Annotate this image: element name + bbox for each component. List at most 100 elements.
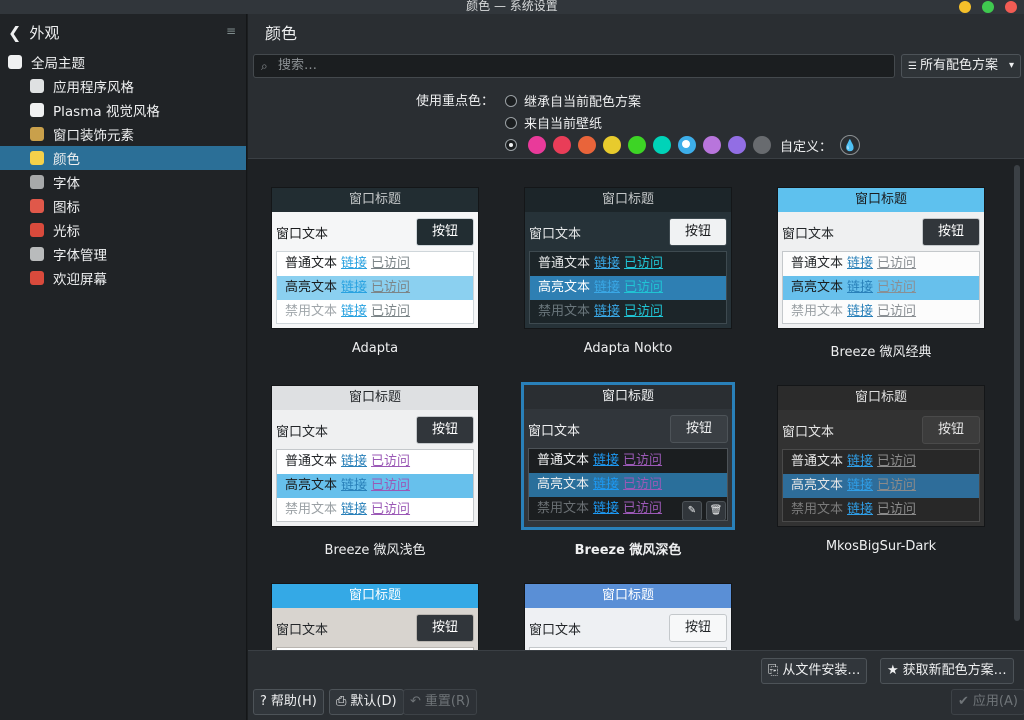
preview-disabled-text: 禁用文本 [537, 501, 590, 516]
color-scheme-card[interactable]: 窗口标题 窗口文本 按钮 普通文本链接已访问 高亮文本链接已访问 禁用文本链接已… [271, 583, 479, 650]
accent-inherit-label: 继承自当前配色方案 [524, 95, 642, 110]
accent-inherit-option[interactable]: 继承自当前配色方案 [505, 91, 641, 110]
preview-link: 链接 [593, 477, 620, 492]
back-arrow-icon[interactable]: ❮ [8, 23, 21, 42]
minimize-button[interactable] [959, 1, 971, 13]
accent-swatch[interactable] [678, 136, 696, 154]
color-scheme-card[interactable]: 窗口标题 窗口文本 按钮 普通文本链接已访问 高亮文本链接已访问 禁用文本链接已… [271, 187, 479, 356]
preview-visited: 已访问 [877, 478, 917, 493]
accent-swatch[interactable] [703, 136, 721, 154]
scheme-preview[interactable]: 窗口标题 窗口文本 按钮 普通文本链接已访问 高亮文本链接已访问 禁用文本链接已… [271, 583, 479, 650]
accent-swatches [528, 136, 778, 154]
accent-swatch[interactable] [553, 136, 571, 154]
radio-inherit[interactable] [505, 94, 517, 107]
accent-custom-option[interactable]: 自定义： 💧 [505, 135, 861, 155]
sidebar-item[interactable]: 光标 [0, 218, 246, 242]
scheme-preview[interactable]: 窗口标题 窗口文本 按钮 普通文本链接已访问 高亮文本链接已访问 禁用文本链接已… [524, 187, 732, 329]
apply-button[interactable]: ✔ 应用(A) [951, 689, 1024, 715]
preview-body: 窗口文本 按钮 普通文本链接已访问 高亮文本链接已访问 禁用文本链接已访问 [778, 212, 984, 328]
sidebar-item[interactable]: 字体 [0, 170, 246, 194]
color-scheme-card[interactable]: 窗口标题 窗口文本 按钮 普通文本链接已访问 高亮文本链接已访问 禁用文本链接已… [777, 187, 985, 360]
accent-wallpaper-option[interactable]: 来自当前壁纸 [505, 113, 602, 132]
sidebar-item[interactable]: 全局主题 [0, 50, 246, 74]
preview-link: 链接 [341, 454, 368, 469]
color-scheme-grid: 窗口标题 窗口文本 按钮 普通文本 链接 已访问 高亮文本 链接 已访问 禁用文本 链接已… [248, 158, 1024, 650]
sidebar-item[interactable]: Plasma 视觉风格 [0, 98, 246, 122]
accent-swatch[interactable] [578, 136, 596, 154]
accent-swatch[interactable] [728, 136, 746, 154]
maximize-button[interactable] [982, 1, 994, 13]
preview-highlight-row: 高亮文本 链接 已访问 [783, 474, 979, 498]
scheme-preview[interactable]: 窗口标题 窗口文本 按钮 普通文本链接已访问 高亮文本链接已访问 禁用文本链接已… [524, 583, 732, 650]
scheme-name: Adapta Nokto [583, 341, 673, 356]
accent-swatch[interactable] [753, 136, 771, 154]
preview-window-text: 窗口文本 [276, 623, 329, 638]
sidebar-item[interactable]: 窗口装饰元素 [0, 122, 246, 146]
preview-disabled-row: 禁用文本 链接 已访问 [783, 498, 979, 522]
preview-link: 链接 [594, 304, 621, 319]
sidebar-item[interactable]: 图标 [0, 194, 246, 218]
trash-icon[interactable]: 🗑 [706, 501, 726, 521]
scrollbar[interactable] [1014, 165, 1020, 621]
preview-window-title: 窗口标题 [778, 386, 984, 410]
preview-window-text: 窗口文本 [782, 227, 835, 242]
color-scheme-card[interactable]: 窗口标题 窗口文本 按钮 普通文本链接已访问 高亮文本链接已访问 禁用文本链接已… [524, 187, 732, 356]
preview-disabled-row: 禁用文本 链接 已访问 [530, 300, 726, 324]
accent-swatch[interactable] [628, 136, 646, 154]
preview-button: 按钮 [922, 416, 980, 444]
scheme-preview[interactable]: 窗口标题 窗口文本 按钮 普通文本链接已访问 高亮文本链接已访问 禁用文本链接已… [271, 187, 479, 329]
window-decoration-icon [30, 127, 44, 141]
preview-view: 普通文本链接已访问 高亮文本链接已访问 禁用文本链接已访问 [529, 251, 727, 324]
preview-normal-row: 普通文本链接已访问 [530, 252, 726, 276]
preview-normal-row: 普通文本链接已访问 [529, 449, 727, 473]
scheme-name: Breeze 微风深色 [574, 543, 682, 558]
defaults-label: 默认(D) [350, 694, 397, 709]
sidebar-item[interactable]: 应用程序风格 [0, 74, 246, 98]
chevron-down-icon: ▾ [1008, 60, 1014, 71]
color-scheme-card[interactable]: 窗口标题 窗口文本 按钮 普通文本链接已访问 高亮文本链接已访问 禁用文本链接已… [524, 583, 732, 650]
hamburger-menu-icon[interactable]: ≡ [226, 24, 236, 38]
scheme-filter-dropdown[interactable]: ☰ 所有配色方案 ▾ [901, 54, 1021, 78]
close-button[interactable] [1005, 1, 1017, 13]
preview-window-text: 窗口文本 [529, 623, 582, 638]
get-new-schemes-button[interactable]: ★ 获取新配色方案… [880, 658, 1014, 684]
preview-link: 链接 [341, 280, 368, 295]
help-button[interactable]: ? 帮助(H) [253, 689, 324, 715]
preview-view: 普通文本链接已访问 高亮文本链接已访问 禁用文本链接已访问 [276, 251, 474, 324]
radio-wallpaper[interactable] [505, 116, 517, 129]
preview-highlight-row: 高亮文本 链接 已访问 [277, 276, 473, 300]
radio-custom[interactable] [505, 139, 517, 151]
sidebar-item[interactable]: 欢迎屏幕 [0, 266, 246, 290]
sidebar-item-label: 字体 [53, 176, 80, 192]
defaults-button[interactable]: ⎙ 默认(D) [329, 689, 404, 715]
install-icon: ⎘ [768, 663, 779, 678]
reset-button[interactable]: ↶ 重置(R) [403, 689, 478, 715]
preview-button: 按钮 [669, 614, 727, 642]
sidebar-item[interactable]: 颜色 [0, 146, 246, 170]
scheme-preview[interactable]: 窗口标题 窗口文本 按钮 普通文本链接已访问 高亮文本链接已访问 禁用文本链接已… [777, 187, 985, 329]
preview-body: 窗口文本 按钮 普通文本链接已访问 高亮文本链接已访问 禁用文本链接已访问 [525, 608, 731, 650]
search-input[interactable]: ⌕ 搜索… [253, 54, 895, 78]
scheme-preview[interactable]: 窗口标题 窗口文本 按钮 普通文本链接已访问 高亮文本链接已访问 禁用文本链接已… [271, 385, 479, 527]
preview-normal-text: 普通文本 [537, 453, 590, 468]
color-picker-icon[interactable]: 💧 [840, 135, 861, 155]
accent-swatch[interactable] [528, 136, 546, 154]
color-scheme-card[interactable]: 窗口标题 窗口文本 按钮 普通文本链接已访问 高亮文本链接已访问 禁用文本链接已… [521, 382, 735, 558]
color-scheme-card[interactable]: 窗口标题 窗口文本 按钮 普通文本链接已访问 高亮文本链接已访问 禁用文本链接已… [777, 385, 985, 554]
install-from-file-button[interactable]: ⎘ 从文件安装… [761, 658, 868, 684]
accent-swatch[interactable] [653, 136, 671, 154]
splash-screen-icon [30, 271, 44, 285]
preview-window-text: 窗口文本 [529, 227, 582, 242]
preview-window-title: 窗口标题 [525, 188, 731, 212]
sidebar-title: 外观 [29, 23, 60, 42]
scheme-preview[interactable]: 窗口标题 窗口文本 按钮 普通文本链接已访问 高亮文本链接已访问 禁用文本链接已… [521, 382, 735, 530]
color-scheme-card[interactable]: 窗口标题 窗口文本 按钮 普通文本链接已访问 高亮文本链接已访问 禁用文本链接已… [271, 385, 479, 558]
preview-visited: 已访问 [623, 453, 663, 468]
preview-disabled-text: 禁用文本 [791, 304, 844, 319]
preview-window-title: 窗口标题 [272, 386, 478, 410]
window-titlebar: 颜色 — 系统设置 [0, 0, 1024, 14]
accent-swatch[interactable] [603, 136, 621, 154]
edit-icon[interactable]: ✎ [682, 501, 702, 521]
sidebar-item[interactable]: 字体管理 [0, 242, 246, 266]
scheme-preview[interactable]: 窗口标题 窗口文本 按钮 普通文本链接已访问 高亮文本链接已访问 禁用文本链接已… [777, 385, 985, 527]
